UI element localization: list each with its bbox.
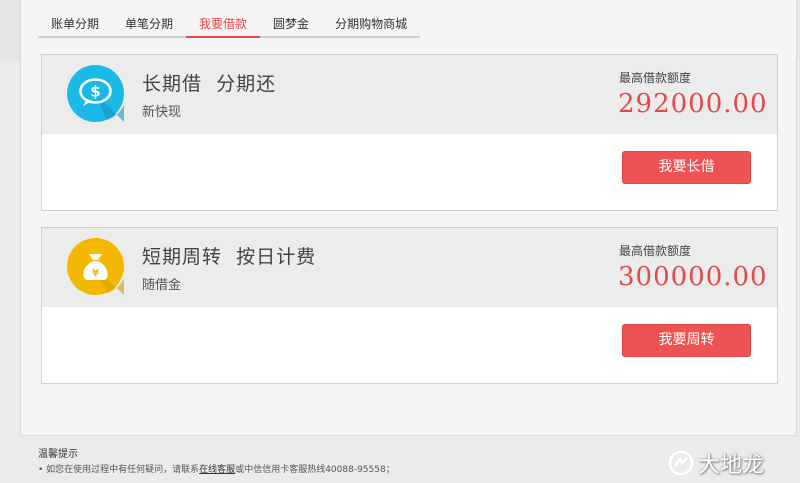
limit-value: 300000.00 (618, 262, 768, 292)
card-header: $ 长期借 分期还 新快现 最高借款额度 292000.00 (42, 55, 777, 134)
card-header: ¥ 短期周转 按日计费 随借金 最高借款额度 300000.00 (42, 228, 777, 307)
loan-card-long-term: $ 长期借 分期还 新快现 最高借款额度 292000.00 我要长借 (41, 54, 778, 211)
loan-panel: 账单分期 单笔分期 我要借款 圆梦金 分期购物商城 $ 长期借 分期还 新快现 … (20, 0, 797, 436)
tab-dream-fund[interactable]: 圆梦金 (260, 14, 323, 38)
limit-label: 最高借款额度 (619, 244, 692, 258)
svg-text:¥: ¥ (92, 268, 99, 279)
tab-bill-installment[interactable]: 账单分期 (38, 14, 113, 38)
svg-text:$: $ (90, 83, 100, 101)
loan-card-short-term: ¥ 短期周转 按日计费 随借金 最高借款额度 300000.00 我要周转 (41, 227, 778, 384)
money-bag-icon: ¥ (67, 238, 124, 295)
limit-label: 最高借款额度 (619, 71, 692, 85)
limit-value: 292000.00 (618, 89, 768, 119)
tips-prefix: • 如您在使用过程中有任何疑问，请联系 (38, 465, 200, 475)
watermark: 大地龙 (668, 447, 764, 479)
tips-suffix: 或中信信用卡客服热线40088-95558； (235, 465, 395, 475)
tab-single-installment[interactable]: 单笔分期 (112, 14, 187, 38)
card-title: 短期周转 按日计费 (142, 246, 317, 268)
tips-line: • 如您在使用过程中有任何疑问，请联系在线客服或中信信用卡客服热线40088-9… (38, 462, 395, 475)
tab-bar: 账单分期 单笔分期 我要借款 圆梦金 分期购物商城 (38, 14, 421, 38)
long-borrow-button[interactable]: 我要长借 (622, 151, 751, 184)
card-title: 长期借 分期还 (142, 73, 277, 95)
speech-bubble-dollar-icon: $ (67, 65, 124, 122)
tips-title: 温馨提示 (38, 449, 78, 460)
online-service-link[interactable]: 在线客服 (199, 465, 235, 475)
card-subtitle: 随借金 (142, 278, 182, 293)
tab-installment-mall[interactable]: 分期购物商城 (322, 14, 421, 38)
card-subtitle: 新快现 (142, 105, 182, 120)
watermark-logo-icon (668, 450, 694, 476)
watermark-text: 大地龙 (698, 453, 765, 478)
short-turnover-button[interactable]: 我要周转 (622, 324, 751, 357)
tab-borrow[interactable]: 我要借款 (186, 14, 261, 38)
